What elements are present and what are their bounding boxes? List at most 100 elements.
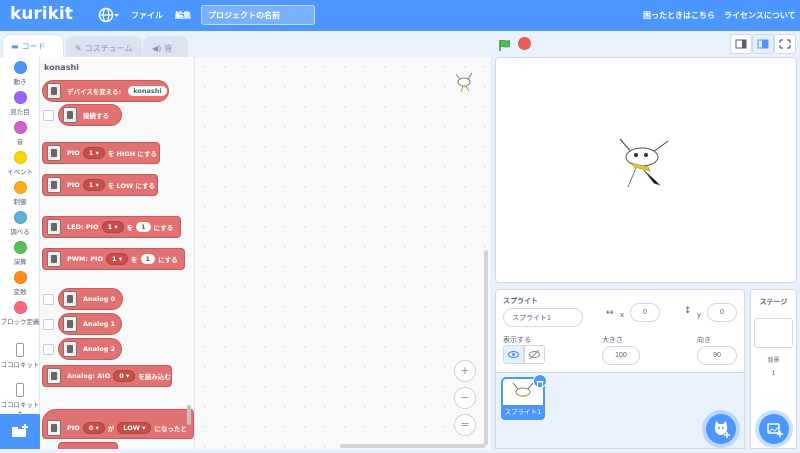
stop-button[interactable]	[518, 37, 531, 50]
fullscreen-button[interactable]	[774, 34, 796, 54]
block-change-device[interactable]: デバイスを変える: konashi	[42, 80, 169, 102]
pin-dropdown[interactable]: 0 ▾	[82, 422, 105, 434]
block-pio-when[interactable]: PIO 0 ▾ が LOW ▾ になったと	[42, 409, 194, 439]
device-name-input[interactable]: konashi	[128, 86, 167, 96]
image-add-icon	[767, 423, 783, 437]
x-label: x	[620, 311, 625, 319]
block-analog-read[interactable]: Analog: AIO 0 ▾ を読み込む	[42, 365, 172, 387]
zoom-in-icon: +	[460, 364, 470, 377]
block-analog-0[interactable]: Analog 0	[58, 288, 123, 310]
file-menu[interactable]: ファイル	[131, 10, 163, 21]
project-title-input[interactable]	[201, 5, 315, 25]
tab-sound-label: 音	[164, 44, 173, 53]
tab-code[interactable]: ▬ コード	[2, 34, 64, 58]
category-motion[interactable]: 動き	[0, 61, 40, 86]
block-text: PIO	[67, 149, 80, 157]
tab-costume-label: コスチューム	[84, 44, 133, 53]
checkbox[interactable]	[43, 110, 54, 121]
pin-dropdown[interactable]: 1 ▾	[82, 179, 105, 191]
block-text: Analog: AIO	[67, 372, 111, 380]
direction-input[interactable]	[697, 346, 737, 365]
backdrops-label: 背景	[767, 357, 780, 364]
pin-value: 0	[119, 372, 124, 380]
device-icon	[16, 383, 24, 397]
category-my-blocks[interactable]: ブロック定義	[0, 301, 40, 326]
category-sensing[interactable]: 調べる	[0, 211, 40, 236]
edit-menu[interactable]: 編集	[175, 10, 191, 21]
category-operators[interactable]: 演算	[0, 241, 40, 266]
zoom-out-button[interactable]: −	[454, 387, 476, 409]
add-extension-button[interactable]	[0, 414, 40, 449]
pin-dropdown[interactable]: 1 ▾	[101, 221, 124, 233]
stage-thumbnail[interactable]	[754, 318, 793, 348]
eye-hidden-icon	[529, 349, 540, 360]
block-pio-low[interactable]: PIO 1 ▾ を LOW にする	[42, 174, 158, 196]
category-label: 制御	[13, 198, 27, 206]
sprite-name-input[interactable]	[503, 308, 583, 327]
pin-dropdown[interactable]: 1 ▾	[82, 147, 105, 159]
hide-sprite-button[interactable]	[524, 345, 545, 364]
stage-sprite[interactable]	[612, 135, 672, 193]
category-variables[interactable]: 変数	[0, 271, 40, 296]
category-label: 演算	[13, 258, 27, 266]
category-label: ココロキット	[0, 361, 40, 369]
checkbox[interactable]	[43, 344, 54, 355]
category-menu: 動き 見た目 音 イベント 制御 調べる 演算 変数 ブロック定義 ココロキット…	[0, 57, 40, 449]
konashi-device-icon	[47, 145, 61, 161]
my-blocks-dot-icon	[13, 301, 27, 314]
tab-sound[interactable]: ◀) 音	[143, 36, 188, 58]
category-looks[interactable]: 見た目	[0, 91, 40, 116]
help-link[interactable]: 困ったときはこちら	[643, 10, 715, 21]
green-flag-icon[interactable]	[498, 37, 511, 51]
x-position-input[interactable]	[630, 303, 660, 322]
block-connected[interactable]: 接続する	[58, 104, 122, 126]
checkbox[interactable]	[43, 294, 54, 305]
category-control[interactable]: 制御	[0, 181, 40, 206]
block-text: LED: PIO	[67, 223, 99, 231]
palette-scrollbar[interactable]	[187, 405, 191, 425]
workspace-vertical-scrollbar[interactable]	[484, 250, 488, 445]
konashi-device-icon	[47, 420, 61, 436]
checkbox[interactable]	[43, 319, 54, 330]
add-backdrop-button[interactable]	[759, 414, 789, 444]
size-input[interactable]	[602, 346, 640, 365]
delete-sprite-button[interactable]	[533, 374, 547, 388]
y-position-input[interactable]	[707, 303, 737, 322]
category-label: ブロック定義	[0, 318, 40, 326]
level-value: LOW	[123, 424, 140, 432]
device-icon	[16, 343, 24, 357]
block-analog-1[interactable]: Analog 1	[58, 313, 122, 335]
block-analog-2[interactable]: Analog 2	[58, 338, 122, 360]
language-globe-icon[interactable]	[98, 7, 120, 23]
show-sprite-button[interactable]	[503, 345, 524, 364]
logo[interactable]: kurikit	[10, 4, 73, 24]
workspace-sprite-icon	[452, 71, 476, 93]
category-events[interactable]: イベント	[0, 151, 40, 176]
small-stage-button[interactable]	[730, 34, 752, 54]
block-text: になったと	[154, 425, 187, 433]
pwm-value-input[interactable]: 1	[140, 254, 156, 264]
zoom-in-button[interactable]: +	[454, 360, 476, 382]
zoom-reset-icon: =	[460, 418, 470, 431]
category-label: 変数	[13, 288, 27, 296]
led-value-input[interactable]: 1	[136, 222, 151, 232]
block-led[interactable]: LED: PIO 1 ▾ を 1 にする	[42, 216, 181, 238]
category-kokorokit[interactable]: ココロキット	[0, 343, 40, 369]
category-kokorokit-plus[interactable]: ココロキット+	[0, 383, 40, 417]
category-sound[interactable]: 音	[0, 121, 40, 146]
block-partial[interactable]	[58, 442, 118, 449]
script-workspace[interactable]	[195, 57, 490, 449]
pin-dropdown[interactable]: 1 ▾	[105, 253, 129, 265]
add-sprite-button[interactable]	[706, 414, 736, 444]
category-label: 動き	[13, 78, 27, 86]
block-pwm[interactable]: PWM: PIO 1 ▾ を 1 にする	[42, 248, 185, 270]
license-link[interactable]: ライセンスについて	[724, 10, 796, 21]
tab-costume[interactable]: ✎ コスチューム	[66, 36, 142, 58]
pin-dropdown[interactable]: 0 ▾	[113, 370, 136, 382]
block-pio-high[interactable]: PIO 1 ▾ を HIGH にする	[42, 142, 160, 164]
konashi-device-icon	[63, 341, 77, 357]
normal-stage-button[interactable]	[752, 34, 774, 54]
workspace-horizontal-scrollbar[interactable]	[340, 444, 485, 448]
zoom-reset-button[interactable]: =	[454, 414, 476, 436]
level-dropdown[interactable]: LOW ▾	[117, 422, 152, 434]
